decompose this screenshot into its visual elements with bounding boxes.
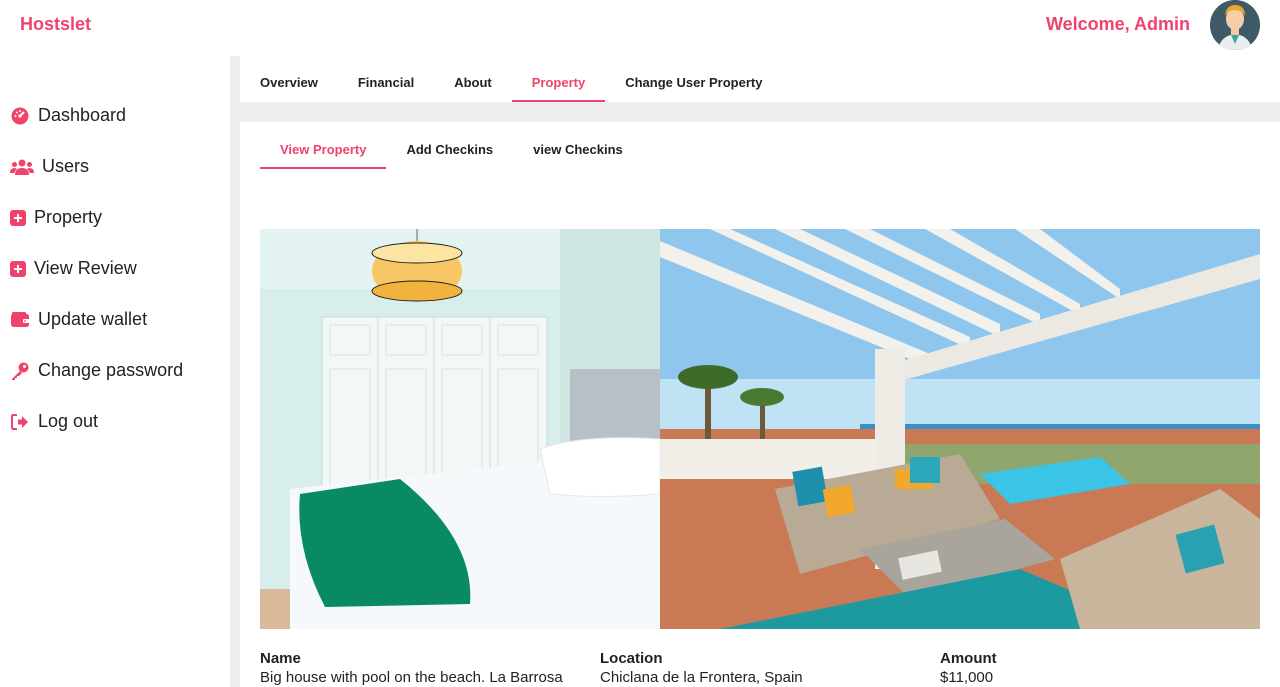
- plus-square-icon: [10, 208, 26, 228]
- property-name-value: Big house with pool on the beach. La Bar…: [260, 669, 563, 686]
- tab-property[interactable]: Property: [511, 75, 606, 102]
- property-amount-label: Amount: [940, 650, 997, 667]
- tab-about[interactable]: About: [434, 75, 512, 102]
- logout-icon: [10, 412, 30, 432]
- brand-logo[interactable]: Hostslet: [20, 14, 91, 35]
- sidebar-item-label: Update wallet: [38, 309, 148, 329]
- welcome-text: Welcome, Admin: [1045, 14, 1190, 34]
- sidebar-item-label: Change password: [38, 360, 184, 380]
- property-name-field: Name Big house with pool on the beach. L…: [260, 650, 563, 686]
- sidebar: Dashboard Users Property View Review Upd…: [0, 90, 230, 447]
- users-icon: [10, 157, 34, 177]
- property-location-field: Location Chiclana de la Frontera, Spain: [600, 650, 803, 686]
- tab-overview[interactable]: Overview: [260, 75, 338, 102]
- sidebar-item-log-out[interactable]: Log out: [0, 396, 230, 447]
- property-name-label: Name: [260, 650, 301, 667]
- dashboard-icon: [10, 106, 30, 126]
- property-amount-field: Amount $11,000: [940, 650, 997, 686]
- sidebar-item-label: Log out: [38, 411, 99, 431]
- property-image-bedroom: [260, 229, 660, 629]
- sidebar-item-label: View Review: [34, 258, 137, 278]
- main-tabs: Overview Financial About Property Change…: [240, 56, 1280, 102]
- sub-tabs: View Property Add Checkins view Checkins: [260, 122, 643, 169]
- sidebar-item-change-password[interactable]: Change password: [0, 345, 230, 396]
- sidebar-divider: [230, 56, 240, 687]
- sidebar-item-label: Dashboard: [38, 105, 127, 125]
- sidebar-item-update-wallet[interactable]: Update wallet: [0, 294, 230, 345]
- tab-change-user-property[interactable]: Change User Property: [605, 75, 782, 102]
- tab-view-checkins[interactable]: view Checkins: [513, 142, 643, 169]
- sidebar-item-dashboard[interactable]: Dashboard: [0, 90, 230, 141]
- avatar[interactable]: [1210, 0, 1260, 50]
- sidebar-item-property[interactable]: Property: [0, 192, 230, 243]
- tab-financial[interactable]: Financial: [338, 75, 434, 102]
- plus-square-icon: [10, 259, 26, 279]
- wallet-icon: [10, 310, 30, 330]
- property-location-label: Location: [600, 650, 663, 667]
- property-image-terrace: [660, 229, 1260, 629]
- property-location-value: Chiclana de la Frontera, Spain: [600, 669, 803, 686]
- sidebar-item-view-review[interactable]: View Review: [0, 243, 230, 294]
- sidebar-item-label: Property: [34, 207, 103, 227]
- key-icon: [10, 361, 30, 381]
- property-amount-value: $11,000: [940, 669, 994, 686]
- sidebar-item-label: Users: [42, 156, 90, 176]
- tabs-divider: [240, 102, 1280, 122]
- tab-add-checkins[interactable]: Add Checkins: [386, 142, 513, 169]
- tab-view-property[interactable]: View Property: [260, 142, 387, 169]
- sidebar-item-users[interactable]: Users: [0, 141, 230, 192]
